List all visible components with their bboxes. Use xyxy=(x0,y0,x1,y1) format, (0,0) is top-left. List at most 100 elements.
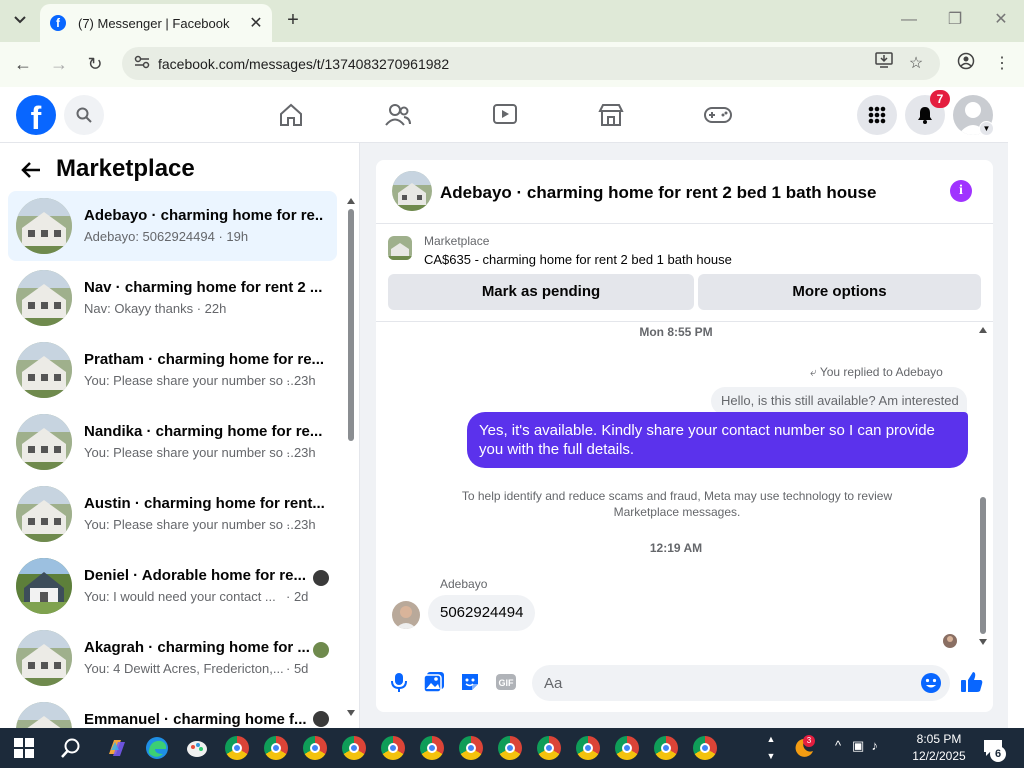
scam-warning-note: To help identify and reduce scams and fr… xyxy=(461,489,893,519)
chat-title: Adebayo · charming home for rent 2 bed 1… xyxy=(440,183,877,202)
conversation-time: · 5d xyxy=(286,661,309,676)
chrome-logo-icon xyxy=(498,736,522,760)
edge-browser-icon[interactable] xyxy=(143,734,171,762)
chrome-profile-icon[interactable] xyxy=(496,734,524,762)
message-composer[interactable] xyxy=(532,665,950,701)
listing-small-thumbnail[interactable] xyxy=(388,236,412,260)
emoji-icon[interactable] xyxy=(920,672,942,694)
home-icon[interactable] xyxy=(269,98,313,132)
conversation-item[interactable]: Austin · charming home for rent... You: P… xyxy=(8,479,337,549)
conversation-item[interactable]: Nandika · charming home for re... You: Pl… xyxy=(8,407,337,477)
chrome-profile-icon[interactable] xyxy=(418,734,446,762)
paint-icon[interactable] xyxy=(183,734,211,762)
reload-icon[interactable]: ↻ xyxy=(82,52,108,76)
conversation-preview: Nav: Okayy thanks · 22h xyxy=(84,301,227,316)
tab-close-icon[interactable]: ✕ xyxy=(246,13,266,33)
friends-icon[interactable] xyxy=(376,98,420,132)
browser-menu-icon[interactable]: ⋮ xyxy=(990,52,1014,76)
quoted-message[interactable]: Hello, is this still available? Am inter… xyxy=(711,387,967,415)
conversation-list-scrollbar[interactable] xyxy=(345,192,357,722)
chrome-profile-icon[interactable] xyxy=(457,734,485,762)
sender-avatar[interactable] xyxy=(392,601,420,629)
chrome-logo-icon xyxy=(615,736,639,760)
close-window-icon[interactable]: ✕ xyxy=(986,8,1016,32)
new-tab-button[interactable]: + xyxy=(282,8,304,32)
marketplace-icon[interactable] xyxy=(589,98,633,132)
more-options-button[interactable]: More options xyxy=(698,274,981,310)
chrome-logo-icon xyxy=(420,736,444,760)
gif-icon[interactable]: GIF xyxy=(495,671,517,693)
conversation-item[interactable]: Akagrah · charming home for ... You: 4 De… xyxy=(8,623,337,693)
forward-icon[interactable]: → xyxy=(46,52,72,76)
mark-as-pending-button[interactable]: Mark as pending xyxy=(388,274,694,310)
conversation-item[interactable]: Nav · charming home for rent 2 ... Nav: O… xyxy=(8,263,337,333)
chrome-profile-icon[interactable] xyxy=(652,734,680,762)
tray-chevron-icon[interactable]: ^ xyxy=(835,738,841,753)
chrome-profile-icon[interactable] xyxy=(535,734,563,762)
voice-clip-icon[interactable] xyxy=(388,671,410,693)
sender-name: Adebayo xyxy=(440,577,488,591)
chrome-profile-icon[interactable] xyxy=(262,734,290,762)
tab-search-chevron-icon[interactable] xyxy=(8,8,32,32)
conversation-preview: You: Please share your number so ... xyxy=(84,373,298,388)
conversation-item[interactable]: Deniel · Adorable home for re... You: I w… xyxy=(8,551,337,621)
sticker-icon[interactable] xyxy=(459,671,481,693)
listing-thumbnail[interactable] xyxy=(392,171,432,211)
chrome-profile-icon[interactable] xyxy=(340,734,368,762)
chrome-profile-icon[interactable] xyxy=(574,734,602,762)
facebook-logo[interactable]: f xyxy=(16,95,56,135)
chrome-profile-icon[interactable] xyxy=(613,734,641,762)
chrome-logo-icon xyxy=(576,736,600,760)
taskbar-overflow-chevrons-icon[interactable]: ▲ ▼ xyxy=(766,731,776,765)
speaker-icon[interactable]: ♪ xyxy=(871,738,878,753)
install-app-icon[interactable] xyxy=(872,52,896,76)
like-thumbs-up-icon[interactable] xyxy=(960,670,984,694)
restore-window-icon[interactable]: ❐ xyxy=(940,8,970,32)
back-arrow-icon[interactable] xyxy=(20,160,46,184)
chrome-profile-icon[interactable] xyxy=(691,734,719,762)
listing-description[interactable]: CA$635 - charming home for rent 2 bed 1 … xyxy=(424,252,732,267)
conversation-preview: You: I would need your contact ... xyxy=(84,589,276,604)
message-input[interactable] xyxy=(532,665,912,701)
back-icon[interactable]: ← xyxy=(10,52,36,76)
chrome-profile-icon[interactable] xyxy=(379,734,407,762)
chrome-logo-icon xyxy=(225,736,249,760)
site-info-icon[interactable] xyxy=(134,55,154,72)
chrome-logo-icon xyxy=(264,736,288,760)
conversation-time: · 2d xyxy=(286,589,309,604)
account-chevron-icon[interactable]: ▼ xyxy=(979,121,994,136)
conversation-info-icon[interactable]: i xyxy=(950,180,972,202)
system-tray[interactable]: ^ ▣ ♪ xyxy=(835,738,878,754)
watch-video-icon[interactable] xyxy=(483,98,527,132)
chrome-profile-icon[interactable] xyxy=(223,734,251,762)
network-icon[interactable]: ▣ xyxy=(852,738,864,753)
url-text[interactable]: facebook.com/messages/t/1374083270961982 xyxy=(158,56,449,72)
chat-scrollbar[interactable] xyxy=(977,324,989,648)
address-bar[interactable]: facebook.com/messages/t/1374083270961982 xyxy=(122,47,940,80)
browser-tab[interactable]: f (7) Messenger | Facebook ✕ xyxy=(40,4,272,42)
timestamp-divider: Mon 8:55 PM xyxy=(639,325,713,339)
taskbar-search-icon[interactable] xyxy=(57,734,85,762)
conversation-preview: Adebayo: 5062924494 · 19h xyxy=(84,229,249,244)
conversation-thumbnail xyxy=(16,558,72,614)
conversation-item[interactable]: Pratham · charming home for re... You: Pl… xyxy=(8,335,337,405)
windows-start-icon[interactable] xyxy=(10,734,38,762)
taskbar-clock[interactable]: 8:05 PM 12/2/2025 xyxy=(903,731,975,765)
profile-icon[interactable] xyxy=(954,52,978,76)
attach-photo-icon[interactable] xyxy=(423,671,445,693)
received-message-bubble[interactable]: 5062924494 xyxy=(428,595,536,631)
minimize-window-icon[interactable]: — xyxy=(894,8,924,32)
gaming-icon[interactable] xyxy=(696,98,740,132)
copilot-icon[interactable] xyxy=(103,734,131,762)
reply-indicator-text: You replied to Adebayo xyxy=(819,365,943,379)
chrome-logo-icon xyxy=(537,736,561,760)
conversation-item[interactable]: Emmanuel · charming home f... xyxy=(8,695,337,728)
menu-grid-icon[interactable] xyxy=(857,95,897,135)
chrome-profile-icon[interactable] xyxy=(301,734,329,762)
bookmark-star-icon[interactable]: ☆ xyxy=(904,52,928,76)
sent-message-bubble[interactable]: Yes, it's available. Kindly share your c… xyxy=(467,412,968,468)
search-icon[interactable] xyxy=(64,95,104,135)
conversation-item[interactable]: Adebayo · charming home for re... Adebayo… xyxy=(8,191,337,261)
chrome-logo-icon xyxy=(342,736,366,760)
notifications-badge: 7 xyxy=(930,90,950,108)
